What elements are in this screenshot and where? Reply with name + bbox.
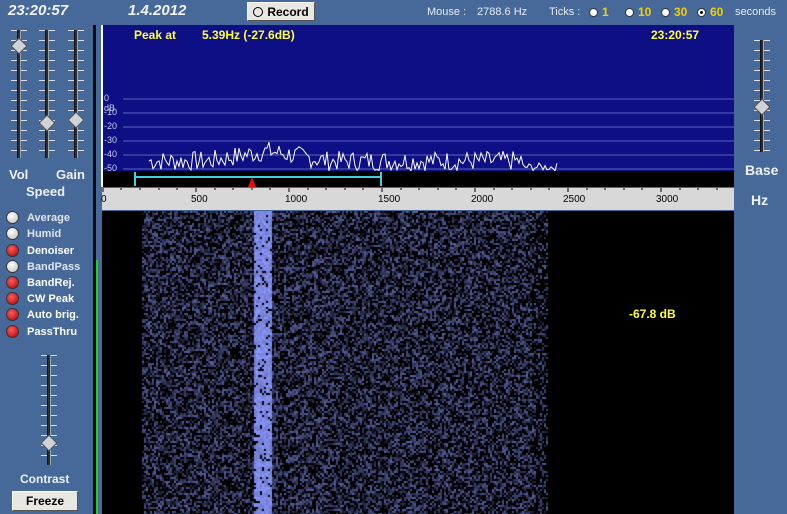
tick-option-label: 30 bbox=[674, 5, 688, 19]
spectrum-trace bbox=[148, 141, 558, 173]
toggle-lamp-icon bbox=[6, 292, 19, 305]
spectrum-lab-window: 23:20:57 1.4.2012 Record Mouse : 2788.6 … bbox=[0, 0, 787, 514]
spectrum-baseline-band bbox=[103, 171, 734, 187]
waterfall-display[interactable] bbox=[102, 211, 734, 514]
toggle-label: Humid bbox=[27, 227, 62, 240]
tick-radio-selected[interactable] bbox=[697, 7, 706, 17]
tick-option-label: 10 bbox=[638, 5, 652, 19]
tick-option-1[interactable]: 1 bbox=[589, 5, 609, 19]
gain-slider-thumb[interactable] bbox=[67, 111, 85, 129]
speed-slider[interactable] bbox=[45, 30, 49, 158]
base-slider-thumb[interactable] bbox=[753, 98, 771, 116]
tick-radio[interactable] bbox=[661, 7, 670, 17]
mouse-frequency-value: 2788.6 Hz bbox=[477, 6, 528, 18]
toggle-label: Denoiser bbox=[27, 244, 75, 257]
denoiser-toggle[interactable]: Denoiser bbox=[6, 244, 74, 257]
toggle-lamp-icon bbox=[6, 227, 19, 240]
freq-ticks bbox=[102, 188, 718, 192]
tick-option-label: 1 bbox=[602, 5, 609, 19]
toggle-label: PassThru bbox=[27, 325, 78, 338]
db-tick-label: -30 bbox=[104, 135, 118, 145]
toggle-label: BandRej. bbox=[27, 276, 75, 289]
record-circle-icon bbox=[253, 6, 264, 17]
gain-label: Gain bbox=[56, 167, 85, 182]
frequency-scale[interactable]: 0 500 1000 1500 2000 2500 3000 bbox=[101, 188, 734, 210]
ticks-label: Ticks : bbox=[549, 6, 581, 18]
tick-radio[interactable] bbox=[625, 7, 634, 17]
date-display: 1.4.2012 bbox=[128, 2, 187, 19]
peak-value: 5.39Hz (-27.6dB) bbox=[202, 28, 295, 42]
base-slider[interactable] bbox=[760, 40, 764, 152]
tick-option-label: 60 bbox=[710, 5, 724, 19]
toggle-lamp-icon bbox=[6, 211, 19, 224]
db-tick-label: -40 bbox=[104, 149, 118, 159]
speed-label: Speed bbox=[26, 184, 66, 199]
toggle-lamp-icon bbox=[6, 276, 19, 289]
toggle-label: Auto brig. bbox=[27, 308, 79, 321]
gain-slider[interactable] bbox=[74, 30, 78, 158]
waterfall-canvas bbox=[102, 211, 734, 514]
tick-option-30[interactable]: 30 bbox=[661, 5, 687, 19]
bandrej-toggle[interactable]: BandRej. bbox=[6, 276, 75, 289]
toggle-label: BandPass bbox=[27, 260, 81, 273]
vol-label: Vol bbox=[9, 167, 29, 182]
toggle-label: CW Peak bbox=[27, 292, 75, 305]
toggle-lamp-icon bbox=[6, 325, 19, 338]
contrast-slider-thumb[interactable] bbox=[40, 434, 58, 452]
base-label: Base bbox=[745, 162, 779, 178]
tick-option-10[interactable]: 10 bbox=[625, 5, 651, 19]
record-label: Record bbox=[267, 4, 309, 19]
humid-toggle[interactable]: Humid bbox=[6, 227, 61, 240]
speed-slider-thumb[interactable] bbox=[38, 114, 56, 132]
db-scale: 0 dB -10 -20 -30 -40 -50 bbox=[101, 25, 121, 187]
spectrum-plot bbox=[103, 98, 734, 187]
record-button[interactable]: Record bbox=[247, 2, 315, 21]
toggle-label: Average bbox=[27, 211, 71, 224]
db-tick-label: -20 bbox=[104, 121, 118, 131]
db-tick-label: -10 bbox=[104, 107, 118, 117]
db-readout: -67.8 dB bbox=[629, 307, 676, 321]
toggle-lamp-icon bbox=[6, 260, 19, 273]
toggle-lamp-icon bbox=[6, 244, 19, 257]
mouse-label: Mouse : bbox=[427, 6, 467, 18]
toggle-lamp-icon bbox=[6, 308, 19, 321]
vol-slider-thumb[interactable] bbox=[10, 37, 28, 55]
passthru-toggle[interactable]: PassThru bbox=[6, 325, 77, 338]
spectrum-display[interactable] bbox=[101, 25, 734, 187]
bandpass-toggle[interactable]: BandPass bbox=[6, 260, 80, 273]
cw-peak-toggle[interactable]: CW Peak bbox=[6, 292, 74, 305]
tick-radio[interactable] bbox=[589, 7, 598, 17]
auto-brightness-toggle[interactable]: Auto brig. bbox=[6, 308, 79, 321]
peak-label: Peak at bbox=[134, 28, 177, 42]
clock-display: 23:20:57 bbox=[8, 2, 69, 19]
level-indicator bbox=[96, 260, 98, 514]
contrast-label: Contrast bbox=[20, 472, 70, 486]
freeze-button[interactable]: Freeze bbox=[12, 491, 78, 511]
hz-label: Hz bbox=[751, 192, 769, 208]
average-toggle[interactable]: Average bbox=[6, 211, 70, 224]
spectrum-time: 23:20:57 bbox=[651, 28, 700, 42]
seconds-label: seconds bbox=[735, 6, 776, 18]
db-tick-label: -50 bbox=[104, 163, 118, 173]
tick-option-60[interactable]: 60 bbox=[697, 5, 723, 19]
